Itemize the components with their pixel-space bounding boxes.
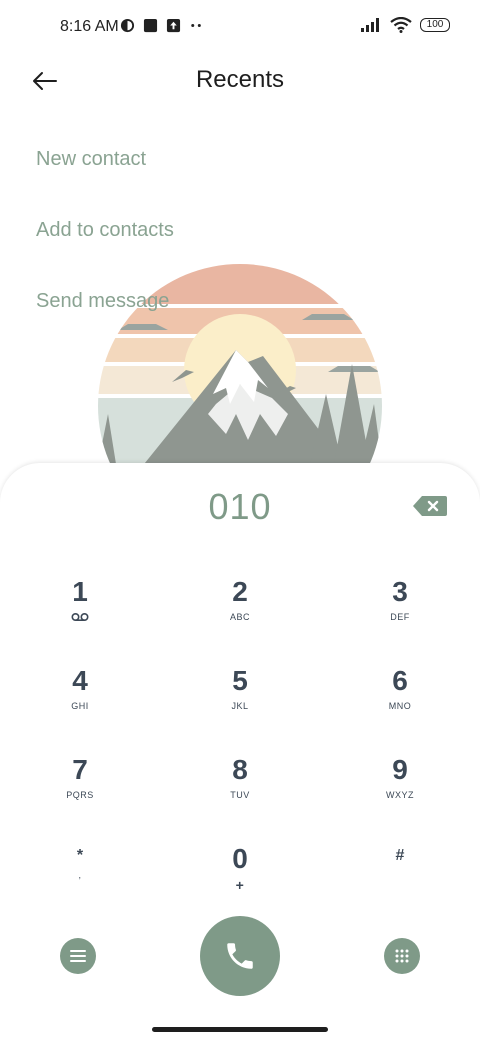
status-icons-left <box>120 18 204 33</box>
key-digit: 0 <box>232 843 248 874</box>
page-title: Recents <box>195 66 285 93</box>
key-digit: 5 <box>232 665 248 696</box>
key-digit: 7 <box>72 754 88 785</box>
key-5[interactable]: 5 JKL <box>180 665 300 739</box>
home-indicator[interactable] <box>152 1027 328 1032</box>
key-digit: 1 <box>72 576 88 607</box>
status-time: 8:16 AM <box>60 18 119 35</box>
key-letters: , <box>78 870 82 880</box>
theme-icon <box>120 18 135 33</box>
status-bar: 8:16 AM 100 <box>0 0 480 56</box>
key-digit: 2 <box>232 576 248 607</box>
key-letters: ABC <box>229 612 250 622</box>
dialpad-icon <box>395 949 409 963</box>
key-digit: 6 <box>392 665 408 696</box>
key-letters: DEF <box>390 612 410 622</box>
key-8[interactable]: 8 TUV <box>180 754 300 828</box>
key-star[interactable]: * , <box>20 846 140 920</box>
backspace-icon[interactable] <box>412 494 448 518</box>
key-letters: GHI <box>71 701 89 711</box>
key-digit: 8 <box>232 754 248 785</box>
key-digit: 3 <box>392 576 408 607</box>
menu-button[interactable] <box>60 938 96 974</box>
key-hash[interactable]: # <box>340 846 460 920</box>
upload-icon <box>166 18 181 33</box>
key-7[interactable]: 7 PQRS <box>20 754 140 828</box>
send-message-action[interactable]: Send message <box>36 290 169 313</box>
key-letters: JKL <box>231 701 249 711</box>
key-3[interactable]: 3 DEF <box>340 576 460 650</box>
menu-icon <box>70 950 86 962</box>
keypad-toggle-button[interactable] <box>384 938 420 974</box>
new-contact-action[interactable]: New contact <box>36 148 146 171</box>
signal-icon <box>361 18 379 32</box>
key-6[interactable]: 6 MNO <box>340 665 460 739</box>
key-letters: WXYZ <box>386 790 414 800</box>
key-letters: MNO <box>388 701 412 711</box>
more-dots-icon <box>191 24 201 27</box>
square-notification-icon <box>143 18 158 33</box>
key-digit: * <box>76 847 84 864</box>
key-letters: PQRS <box>66 790 94 800</box>
dialed-number: 010 <box>208 486 272 527</box>
key-digit: 4 <box>72 665 88 696</box>
key-letters: TUV <box>230 790 250 800</box>
call-button[interactable] <box>200 916 280 996</box>
key-digit: 9 <box>392 754 408 785</box>
voicemail-icon <box>71 612 89 622</box>
key-2[interactable]: 2 ABC <box>180 576 300 650</box>
key-digit: # <box>395 847 405 864</box>
key-letters: + <box>235 877 245 893</box>
key-4[interactable]: 4 GHI <box>20 665 140 739</box>
key-0[interactable]: 0 + <box>180 843 300 917</box>
add-to-contacts-action[interactable]: Add to contacts <box>36 219 174 242</box>
phone-icon <box>227 943 253 969</box>
wifi-icon <box>390 17 412 33</box>
key-9[interactable]: 9 WXYZ <box>340 754 460 828</box>
status-icons-right: 100 <box>360 17 450 33</box>
key-1[interactable]: 1 <box>20 576 140 650</box>
battery-indicator: 100 <box>420 18 450 32</box>
